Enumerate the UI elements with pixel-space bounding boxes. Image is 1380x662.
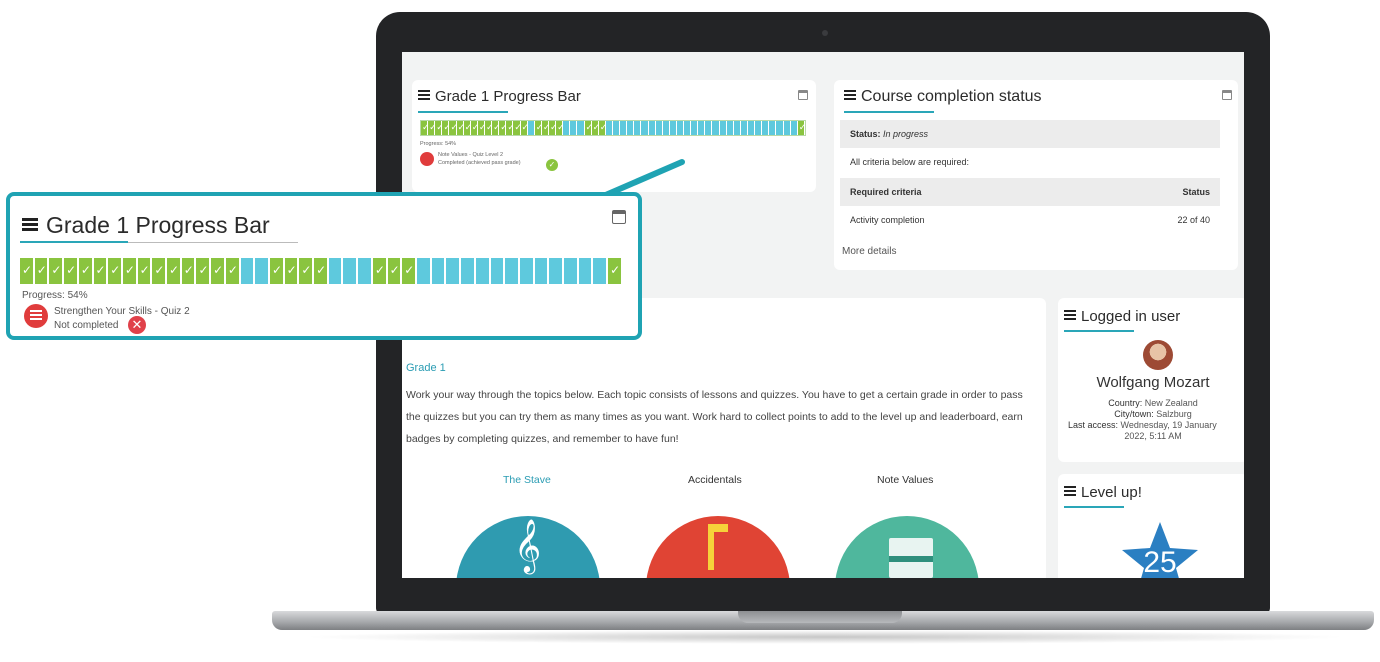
segment-completed[interactable] xyxy=(269,258,285,284)
quiz-icon-lines xyxy=(30,310,42,312)
segment-completed[interactable] xyxy=(314,258,329,284)
segment-incomplete[interactable] xyxy=(358,258,373,284)
segment-completed[interactable] xyxy=(49,258,65,284)
segment-incomplete[interactable] xyxy=(564,258,579,284)
calendar-icon[interactable] xyxy=(612,210,626,224)
segment-completed[interactable] xyxy=(78,258,94,284)
segment-completed[interactable] xyxy=(299,258,315,284)
segment-completed[interactable] xyxy=(20,258,35,284)
segment-completed[interactable] xyxy=(402,258,417,284)
segment-incomplete[interactable] xyxy=(343,258,359,284)
zoom-callout: Grade 1 Progress Bar Progress: 54% Stren… xyxy=(6,192,642,340)
stage: Grade 1 Progress Bar Progress: 54% Note … xyxy=(0,0,1380,662)
activity-status: Not completed xyxy=(54,320,119,331)
segment-completed[interactable] xyxy=(608,258,623,284)
segment-incomplete[interactable] xyxy=(549,258,565,284)
callout-title-text: Grade 1 Progress Bar xyxy=(46,212,270,238)
segment-incomplete[interactable] xyxy=(416,258,432,284)
segment-incomplete[interactable] xyxy=(519,258,535,284)
callout-title: Grade 1 Progress Bar xyxy=(22,212,270,239)
segment-incomplete[interactable] xyxy=(255,258,270,284)
segment-incomplete[interactable] xyxy=(240,258,256,284)
segment-completed[interactable] xyxy=(137,258,153,284)
segment-completed[interactable] xyxy=(196,258,212,284)
title-underline-accent xyxy=(20,241,128,243)
progress-bar xyxy=(20,258,623,284)
segment-incomplete[interactable] xyxy=(431,258,447,284)
segment-completed[interactable] xyxy=(211,258,226,284)
segment-completed[interactable] xyxy=(181,258,197,284)
segment-completed[interactable] xyxy=(152,258,168,284)
segment-incomplete[interactable] xyxy=(475,258,491,284)
segment-completed[interactable] xyxy=(225,258,241,284)
segment-incomplete[interactable] xyxy=(578,258,594,284)
segment-completed[interactable] xyxy=(387,258,403,284)
segment-completed[interactable] xyxy=(167,258,182,284)
hamburger-icon[interactable] xyxy=(22,218,38,231)
segment-completed[interactable] xyxy=(108,258,123,284)
segment-completed[interactable] xyxy=(64,258,79,284)
segment-incomplete[interactable] xyxy=(328,258,344,284)
segment-completed[interactable] xyxy=(372,258,388,284)
progress-text: Progress: 54% xyxy=(22,290,88,301)
segment-incomplete[interactable] xyxy=(534,258,550,284)
segment-incomplete[interactable] xyxy=(490,258,506,284)
segment-completed[interactable] xyxy=(122,258,138,284)
segment-incomplete[interactable] xyxy=(505,258,520,284)
activity-link[interactable]: Strengthen Your Skills - Quiz 2 xyxy=(54,306,190,317)
segment-incomplete[interactable] xyxy=(593,258,609,284)
segment-completed[interactable] xyxy=(34,258,50,284)
quiz-icon xyxy=(24,304,48,328)
segment-completed[interactable] xyxy=(93,258,109,284)
segment-incomplete[interactable] xyxy=(446,258,462,284)
title-underline-rest xyxy=(128,242,298,243)
segment-completed[interactable] xyxy=(284,258,300,284)
cross-icon: ✕ xyxy=(128,316,146,334)
segment-incomplete[interactable] xyxy=(461,258,476,284)
